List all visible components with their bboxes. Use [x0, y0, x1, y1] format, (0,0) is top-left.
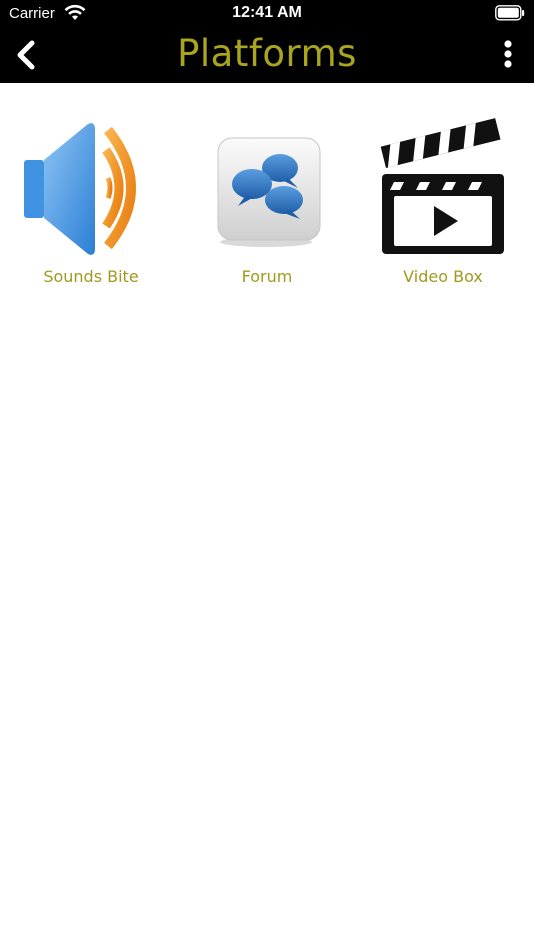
chat-bubbles-icon — [217, 137, 321, 247]
platform-icon-circle — [196, 118, 336, 258]
platform-tile-video-box[interactable]: Video Box — [352, 110, 528, 300]
clapperboard-icon — [380, 118, 504, 254]
status-bar: Carrier 12:41 AM — [0, 0, 534, 28]
more-vertical-icon — [504, 40, 512, 68]
status-time: 12:41 AM — [232, 4, 302, 21]
battery-icon — [495, 5, 525, 21]
more-options-button[interactable] — [496, 38, 520, 72]
platform-label: Video Box — [403, 267, 483, 286]
platform-label: Forum — [241, 267, 293, 286]
platform-icon-circle — [20, 118, 160, 258]
page-title: Platforms — [177, 32, 357, 75]
speaker-icon — [24, 123, 136, 255]
chevron-left-icon — [17, 40, 35, 70]
platform-tile-forum[interactable]: Forum — [176, 110, 352, 300]
platform-tile-sounds-bite[interactable]: Sounds Bite — [0, 110, 176, 300]
back-button[interactable] — [10, 38, 46, 72]
platform-label: Sounds Bite — [43, 267, 139, 286]
platform-icon-circle — [372, 118, 512, 258]
navigation-bar: Platforms — [0, 28, 534, 83]
